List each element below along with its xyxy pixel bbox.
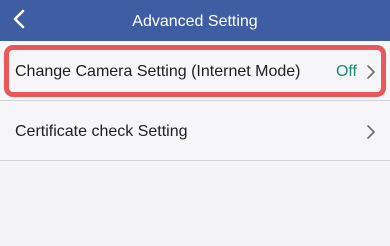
chevron-right-icon	[367, 65, 375, 79]
chevron-right-icon	[367, 125, 375, 139]
settings-list: Change Camera Setting (Internet Mode) Of…	[0, 41, 390, 161]
setting-label: Certificate check Setting	[15, 123, 188, 140]
chevron-left-icon	[13, 9, 25, 29]
header-bar: Advanced Setting	[0, 0, 390, 41]
setting-row-certificate-check[interactable]: Certificate check Setting	[0, 101, 390, 161]
back-button[interactable]	[2, 2, 36, 36]
setting-row-change-camera[interactable]: Change Camera Setting (Internet Mode) Of…	[0, 41, 390, 101]
setting-label: Change Camera Setting (Internet Mode)	[15, 63, 301, 80]
page-title: Advanced Setting	[132, 13, 258, 30]
setting-value: Off	[335, 63, 357, 80]
